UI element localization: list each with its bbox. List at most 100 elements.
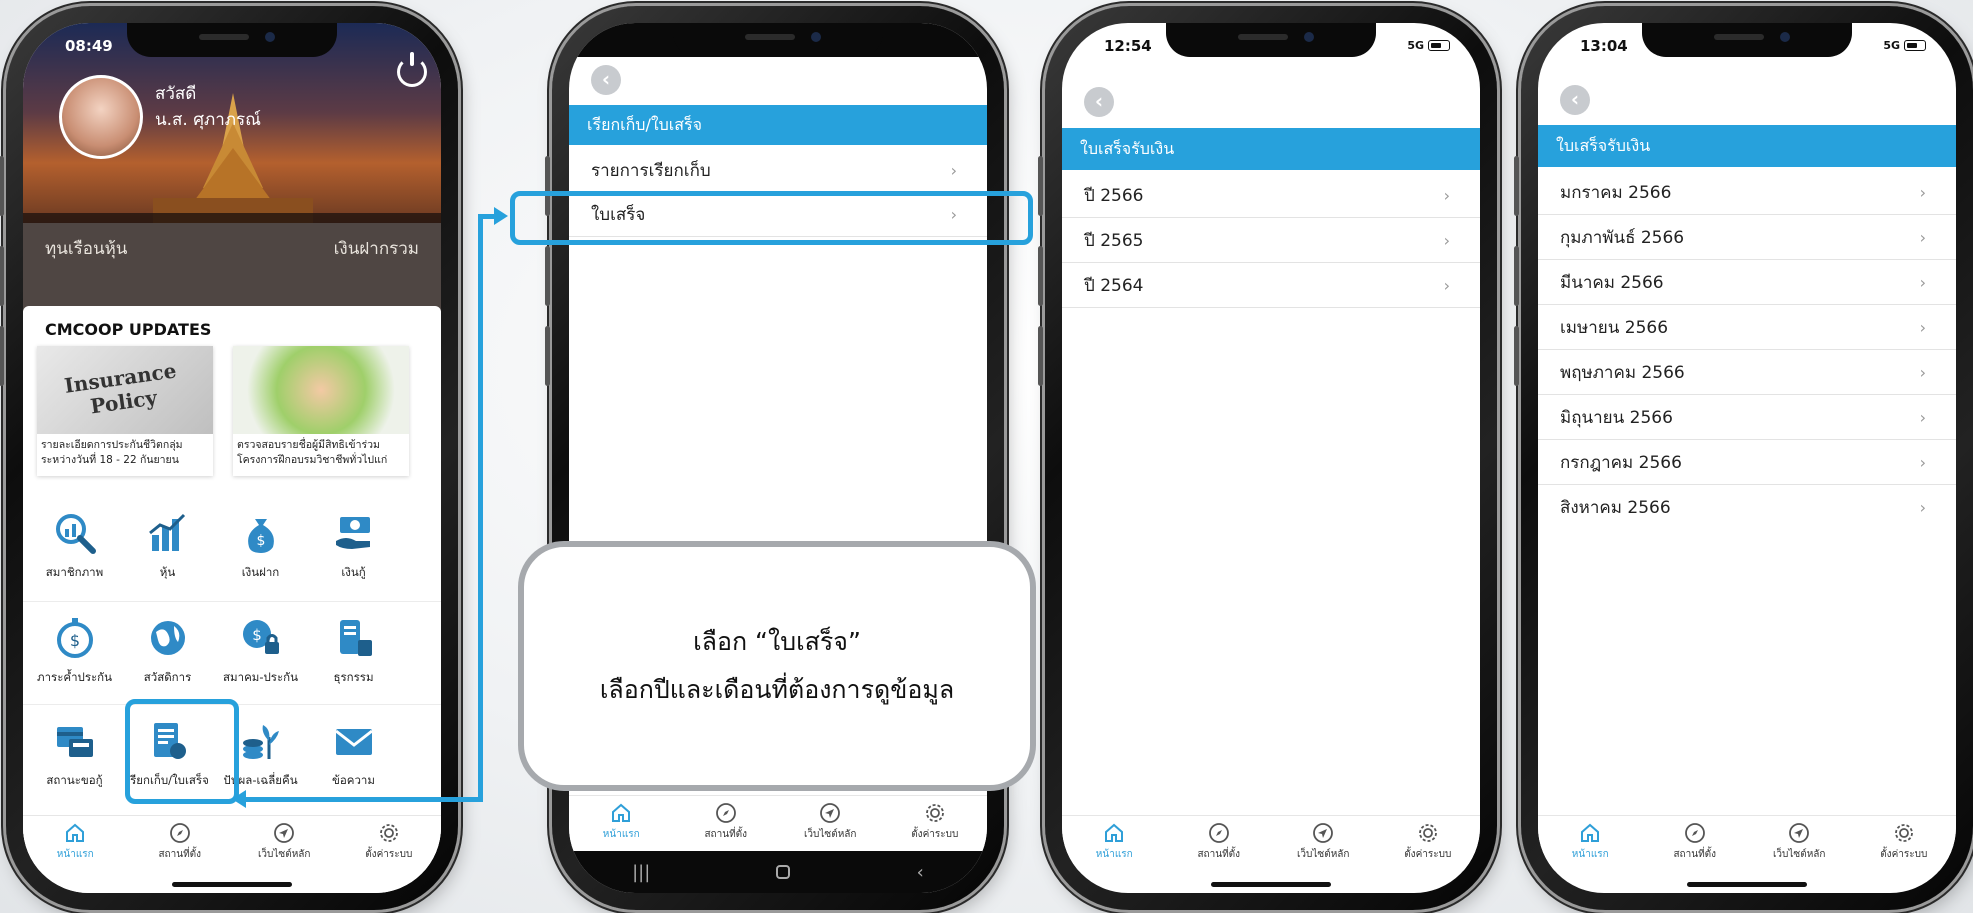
svg-text:$: $ (252, 626, 262, 644)
news-image: Insurance Policy (37, 346, 213, 434)
tab-settings[interactable]: ตั้งค่าระบบ (337, 822, 442, 862)
tab-location[interactable]: สถานที่ตั้ง (1643, 822, 1748, 862)
tab-location[interactable]: สถานที่ตั้ง (674, 802, 779, 842)
navigation-icon (1789, 823, 1810, 843)
list-item-label: มีนาคม 2566 (1560, 273, 1664, 293)
tab-label: สถานที่ตั้ง (1197, 849, 1241, 860)
menu-loan-status[interactable]: สถานะขอกู้ (27, 719, 122, 790)
instruction-callout: เลือก “ใบเสร็จ” เลือกปีและเดือนที่ต้องกา… (518, 541, 1036, 791)
navigation-icon (1313, 823, 1334, 843)
home-circle-icon[interactable] (776, 865, 791, 879)
menu-label: เงินกู้ (341, 565, 366, 579)
tab-settings[interactable]: ตั้งค่าระบบ (1376, 822, 1481, 862)
tab-home[interactable]: หน้าแรก (23, 822, 128, 862)
news-card-training[interactable]: ตรวจสอบรายชื่อผู้มีสิทธิเข้าร่วม โครงการ… (233, 346, 409, 476)
back-button[interactable]: ‹ (1560, 85, 1590, 115)
tab-website[interactable]: เว็บไซต์หลัก (232, 822, 337, 862)
chevron-right-icon: › (950, 161, 957, 180)
notch (673, 23, 883, 57)
gear-icon (1894, 824, 1913, 842)
connector-line (478, 214, 483, 802)
home-indicator (172, 882, 292, 887)
notch (127, 23, 337, 57)
highlight-receipt-item (510, 191, 1033, 245)
list-item-label: รายการเรียกเก็บ (591, 161, 711, 181)
menu-transactions[interactable]: ธุรกรรม (306, 616, 401, 687)
updates-title: CMCOOP UPDATES (45, 320, 212, 339)
highlight-billing-menu (125, 699, 239, 804)
card-terminal-icon (56, 727, 93, 757)
compass-icon (169, 823, 190, 843)
menu-label: สวัสดิการ (143, 670, 192, 684)
list-item-billing[interactable]: รายการเรียกเก็บ › (569, 149, 987, 193)
tab-label: ตั้งค่าระบบ (1404, 849, 1452, 860)
list-item-year[interactable]: ปี 2564 › (1062, 264, 1480, 308)
tab-label: สถานที่ตั้ง (704, 829, 748, 840)
tab-home[interactable]: หน้าแรก (1062, 822, 1167, 862)
tab-label: หน้าแรก (602, 829, 640, 840)
menu-loan[interactable]: เงินกู้ (306, 511, 401, 582)
tab-label: หน้าแรก (1095, 849, 1133, 860)
greeting-text: สวัสดี (155, 84, 197, 104)
recent-apps-icon[interactable]: ||| (632, 862, 650, 883)
tab-home[interactable]: หน้าแรก (569, 802, 674, 842)
coin-lock-icon: $ (242, 620, 279, 654)
menu-messages[interactable]: ข้อความ (306, 719, 401, 790)
list-item-month[interactable]: กรกฎาคม 2566 › (1538, 441, 1956, 485)
home-icon (612, 803, 631, 822)
home-indicator (1687, 882, 1807, 887)
list-item-month[interactable]: สิงหาคม 2566 › (1538, 486, 1956, 530)
tab-website[interactable]: เว็บไซต์หลัก (1271, 822, 1376, 862)
document-transfer-icon (339, 620, 372, 656)
menu-guarantee[interactable]: $ ภาระค้ำประกัน (27, 616, 122, 687)
arrow-right-icon (494, 207, 508, 225)
tab-location[interactable]: สถานที่ตั้ง (128, 822, 233, 862)
coin-plant-icon (242, 725, 279, 759)
tab-location[interactable]: สถานที่ตั้ง (1167, 822, 1272, 862)
menu-membership[interactable]: สมาชิกภาพ (27, 511, 122, 582)
back-button[interactable]: ‹ (591, 65, 621, 95)
compass-icon (1208, 823, 1229, 843)
list-item-month[interactable]: มิถุนายน 2566 › (1538, 396, 1956, 440)
list-item-month[interactable]: มีนาคม 2566 › (1538, 261, 1956, 305)
share-capital-label[interactable]: ทุนเรือนหุ้น (45, 235, 127, 262)
list-item-month[interactable]: มกราคม 2566 › (1538, 171, 1956, 215)
tab-label: เว็บไซต์หลัก (258, 849, 311, 860)
news-caption: ตรวจสอบรายชื่อผู้มีสิทธิเข้าร่วม โครงการ… (237, 439, 388, 466)
list-item-label: ปี 2564 (1084, 276, 1144, 296)
tab-label: ตั้งค่าระบบ (1880, 849, 1928, 860)
tab-website[interactable]: เว็บไซต์หลัก (778, 802, 883, 842)
network-label: 5G (1407, 39, 1424, 52)
tab-settings[interactable]: ตั้งค่าระบบ (883, 802, 988, 842)
list-item-year[interactable]: ปี 2565 › (1062, 219, 1480, 263)
menu-association[interactable]: $ สมาคม-ประกัน (213, 616, 308, 687)
list-item-month[interactable]: กุมภาพันธ์ 2566 › (1538, 216, 1956, 260)
back-button[interactable]: ‹ (1084, 87, 1114, 117)
status-time: 08:49 (65, 37, 113, 55)
menu-label: ภาระค้ำประกัน (36, 670, 113, 684)
avatar[interactable] (59, 75, 143, 159)
callout-line-2: เลือกปีและเดือนที่ต้องการดูข้อมูล (599, 675, 955, 704)
news-card-insurance[interactable]: Insurance Policy รายละเอียดการประกันชีวิ… (37, 346, 213, 476)
power-icon[interactable] (397, 52, 427, 87)
tab-bar: หน้าแรก สถานที่ตั้ง เว็บไซต์หลัก ตั้งค่า… (1538, 815, 1956, 871)
envelope-icon (334, 729, 373, 755)
list-item-month[interactable]: เมษายน 2566 › (1538, 306, 1956, 350)
list-item-month[interactable]: พฤษภาคม 2566 › (1538, 351, 1956, 395)
globe-icon (150, 621, 185, 655)
list-item-year[interactable]: ปี 2566 › (1062, 174, 1480, 218)
tab-home[interactable]: หน้าแรก (1538, 822, 1643, 862)
tab-website[interactable]: เว็บไซต์หลัก (1747, 822, 1852, 862)
menu-welfare[interactable]: สวัสดิการ (120, 616, 215, 687)
back-chevron-icon[interactable]: ‹ (917, 862, 924, 883)
grid-divider (23, 601, 441, 602)
tab-bar: หน้าแรก สถานที่ตั้ง เว็บไซต์หลัก ตั้งค่า… (1062, 815, 1480, 871)
chevron-right-icon: › (1919, 408, 1926, 427)
tab-settings[interactable]: ตั้งค่าระบบ (1852, 822, 1957, 862)
chevron-right-icon: › (1919, 363, 1926, 382)
menu-shares[interactable]: หุ้น (120, 511, 215, 582)
menu-deposit[interactable]: $ เงินฝาก (213, 511, 308, 582)
chevron-right-icon: › (1919, 228, 1926, 247)
total-deposit-label[interactable]: เงินฝากรวม (334, 235, 419, 262)
gear-icon (1418, 824, 1437, 842)
